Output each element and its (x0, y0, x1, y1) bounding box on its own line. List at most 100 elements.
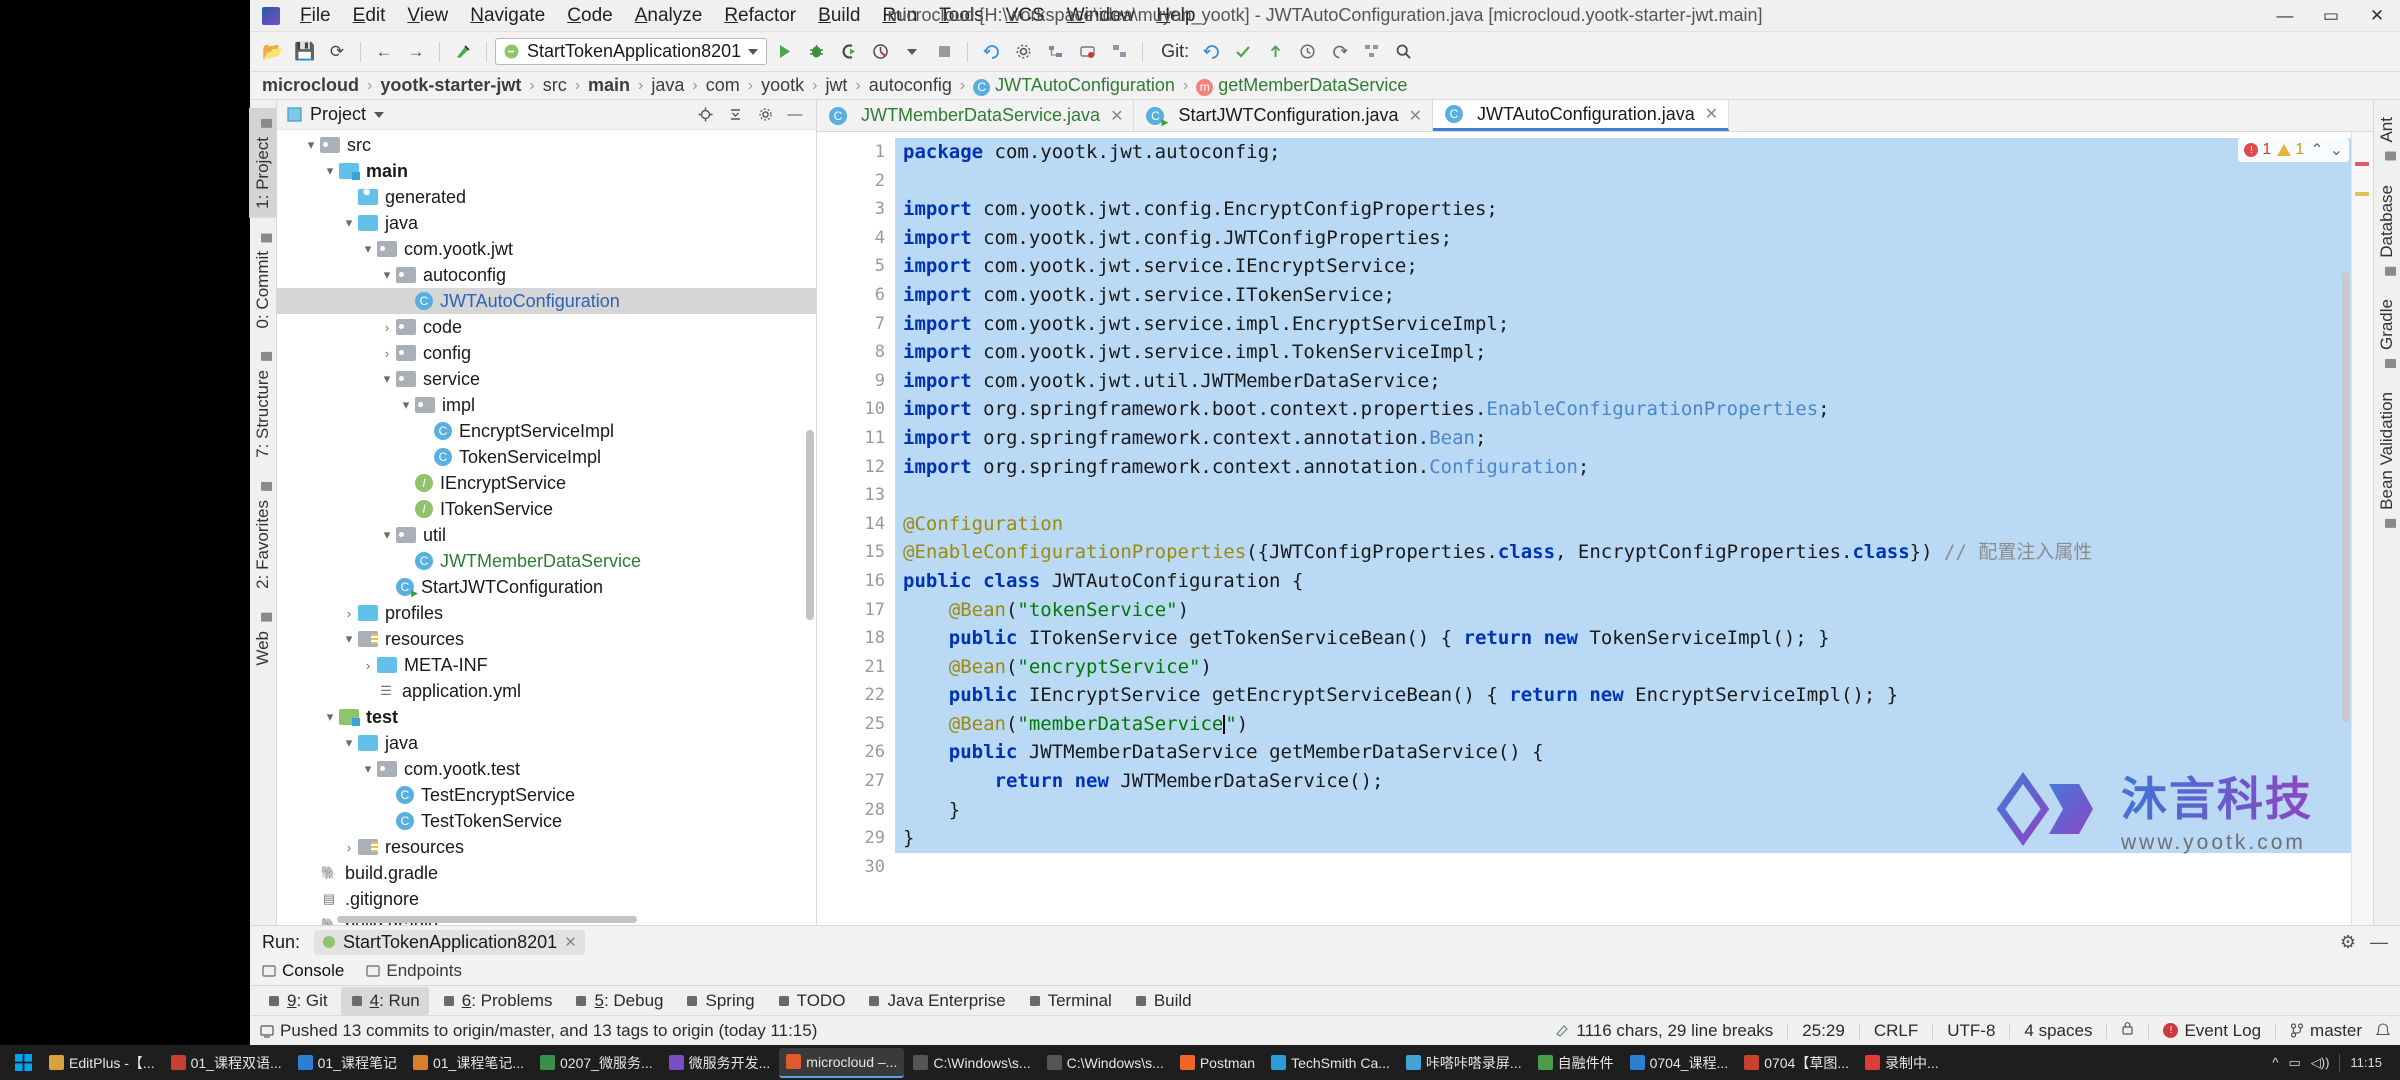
settings-gear-icon[interactable] (754, 105, 776, 125)
dataflow-icon[interactable] (1104, 38, 1134, 66)
tool-window-database[interactable]: Database (2373, 176, 2400, 287)
chevron-down-icon[interactable]: ▾ (359, 761, 377, 777)
tree-node-profiles[interactable]: › profiles (277, 600, 816, 626)
close-tab-icon[interactable]: ✕ (1110, 106, 1123, 126)
tool-window-ant[interactable]: Ant (2373, 108, 2400, 172)
bottom-tool-java-enterprise[interactable]: Java Enterprise (858, 987, 1014, 1015)
code-line[interactable]: import com.yootk.jwt.service.impl.Encryp… (895, 309, 2373, 339)
tool-window-1-project[interactable]: 1: Project (249, 108, 277, 218)
chevron-down-icon[interactable]: ▾ (359, 241, 377, 257)
editor-tab-jwtmemberdataservice-java[interactable]: C JWTMemberDataService.java ✕ (817, 100, 1135, 131)
tree-node-application-yml[interactable]: ☰ application.yml (277, 678, 816, 704)
tree-node-jwtautoconfiguration[interactable]: C JWTAutoConfiguration (277, 288, 816, 314)
sync-icon[interactable]: ⟳ (322, 38, 352, 66)
tree-node-autoconfig[interactable]: ▾ autoconfig (277, 262, 816, 288)
next-problem-icon[interactable]: ⌄ (2330, 140, 2343, 160)
code-line[interactable]: @Bean("encryptService") (895, 652, 2373, 682)
line-separator[interactable]: CRLF (1874, 1021, 1918, 1041)
breadcrumb-item-jwtautoconfiguration[interactable]: C JWTAutoConfiguration (971, 75, 1177, 96)
file-encoding[interactable]: UTF-8 (1947, 1021, 1995, 1041)
breadcrumb-item-java[interactable]: java (649, 75, 686, 96)
close-icon[interactable]: ✕ (564, 933, 577, 951)
code-line[interactable]: public class JWTAutoConfiguration { (895, 566, 2373, 596)
indent-setting[interactable]: 4 spaces (2024, 1021, 2092, 1041)
tree-node-impl[interactable]: ▾ impl (277, 392, 816, 418)
tool-window-gradle[interactable]: Gradle (2373, 290, 2400, 379)
run-config-chip[interactable]: StartTokenApplication8201 ✕ (314, 929, 585, 955)
stop-icon[interactable] (929, 38, 959, 66)
run-tab-console[interactable]: Console (262, 961, 344, 981)
code-line[interactable]: import com.yootk.jwt.config.EncryptConfi… (895, 195, 2373, 224)
taskbar-item[interactable]: 自融件件 (1531, 1048, 1621, 1078)
menu-item-build[interactable]: Build (808, 2, 870, 30)
tray-clock[interactable]: 11:15 (2350, 1055, 2382, 1070)
tree-node-resources[interactable]: ▾ resources (277, 626, 816, 652)
code-line[interactable] (895, 481, 2373, 510)
code-line[interactable]: @Configuration (895, 509, 2373, 539)
code-line[interactable]: } (895, 795, 2373, 825)
code-line[interactable]: public IEncryptService getEncryptService… (895, 681, 2373, 710)
inspection-widget[interactable]: ! 1 1 ⌃ ⌄ (2238, 138, 2349, 162)
taskbar-item[interactable]: EditPlus -【... (42, 1048, 162, 1078)
structure-icon[interactable] (1040, 38, 1070, 66)
tree-node-testtokenservice[interactable]: C TestTokenService (277, 808, 816, 834)
bottom-tool-6-problems[interactable]: 6: Problems (433, 987, 562, 1015)
bottom-tool-build[interactable]: Build (1125, 987, 1201, 1015)
bottom-tool-spring[interactable]: Spring (676, 987, 763, 1015)
marker-warning[interactable] (2355, 192, 2369, 196)
code-line[interactable]: import com.yootk.jwt.util.JWTMemberDataS… (895, 366, 2373, 396)
tree-node-main[interactable]: ▾ main (277, 158, 816, 184)
start-button[interactable] (6, 1048, 40, 1078)
code-line[interactable]: import org.springframework.boot.context.… (895, 395, 2373, 424)
git-update-icon[interactable] (1196, 38, 1226, 66)
taskbar-item[interactable]: 0207_微服务... (533, 1048, 660, 1078)
tree-node-itokenservice[interactable]: I ITokenService (277, 496, 816, 522)
marker-bar[interactable] (2351, 132, 2373, 925)
chevron-down-icon[interactable]: ▾ (378, 527, 396, 543)
profile-icon[interactable] (865, 38, 895, 66)
project-vertical-scrollbar[interactable] (806, 430, 814, 620)
run-configuration-selector[interactable]: StartTokenApplication8201 (495, 38, 768, 65)
tree-node-testencryptservice[interactable]: C TestEncryptService (277, 782, 816, 808)
code-editor[interactable]: 1 2 3 4 5 6 7 8 9 10 11 12 13 14 15 16 17 18 21 22 25 26 27 28 2… (817, 132, 2373, 925)
git-branch[interactable]: master (2290, 1021, 2362, 1041)
close-button[interactable]: ✕ (2354, 0, 2400, 32)
back-icon[interactable]: ← (369, 38, 399, 66)
chevron-down-icon[interactable]: ▾ (340, 735, 358, 751)
chevron-down-icon[interactable]: ▾ (302, 137, 320, 153)
tree-node-util[interactable]: ▾ util (277, 522, 816, 548)
breadcrumb-item-autoconfig[interactable]: autoconfig (867, 75, 954, 96)
chevron-right-icon[interactable]: › (378, 320, 396, 335)
taskbar-item[interactable]: 01_课程双语... (164, 1048, 289, 1078)
tree-node-src[interactable]: ▾ src (277, 132, 816, 158)
editor-vertical-scrollbar[interactable] (2342, 272, 2349, 722)
code-line[interactable]: package com.yootk.jwt.autoconfig; (895, 138, 2373, 167)
run-tab-endpoints[interactable]: Endpoints (366, 961, 462, 981)
chevron-right-icon[interactable]: › (340, 606, 358, 621)
tree-node-build-gradle[interactable]: 🐘 build.gradle (277, 860, 816, 886)
tree-node-generated[interactable]: generated (277, 184, 816, 210)
run-icon[interactable] (769, 38, 799, 66)
chevron-down-icon[interactable]: ▾ (397, 397, 415, 413)
hide-run-panel-icon[interactable]: — (2370, 932, 2388, 953)
open-project-icon[interactable]: 📂 (258, 38, 288, 66)
minimize-button[interactable]: — (2262, 0, 2308, 32)
editor-tab-startjwtconfiguration-java[interactable]: C StartJWTConfiguration.java ✕ (1134, 100, 1433, 131)
menu-item-navigate[interactable]: Navigate (460, 2, 555, 30)
taskbar-item[interactable]: 咔嗒咔嗒录屏... (1399, 1048, 1529, 1078)
tray-volume-icon[interactable]: ◁)) (2311, 1055, 2330, 1071)
code-line[interactable]: import com.yootk.jwt.service.ITokenServi… (895, 280, 2373, 310)
save-all-icon[interactable]: 💾 (290, 38, 320, 66)
menu-item-file[interactable]: File (290, 2, 341, 30)
code-line[interactable]: } (895, 824, 2373, 853)
hide-panel-icon[interactable]: — (784, 105, 806, 125)
tool-window-0-commit[interactable]: 0: Commit (249, 222, 277, 337)
prev-problem-icon[interactable]: ⌃ (2310, 140, 2323, 160)
code-line[interactable]: return new JWTMemberDataService(); (895, 767, 2373, 796)
breadcrumb-item-getmemberdataservice[interactable]: m getMemberDataService (1194, 75, 1409, 96)
tool-window-web[interactable]: Web (249, 602, 277, 675)
tree-node-test[interactable]: ▾ test (277, 704, 816, 730)
tree-node-iencryptservice[interactable]: I IEncryptService (277, 470, 816, 496)
tool-window-2-favorites[interactable]: 2: Favorites (249, 471, 277, 598)
status-message[interactable]: Pushed 13 commits to origin/master, and … (260, 1021, 817, 1041)
